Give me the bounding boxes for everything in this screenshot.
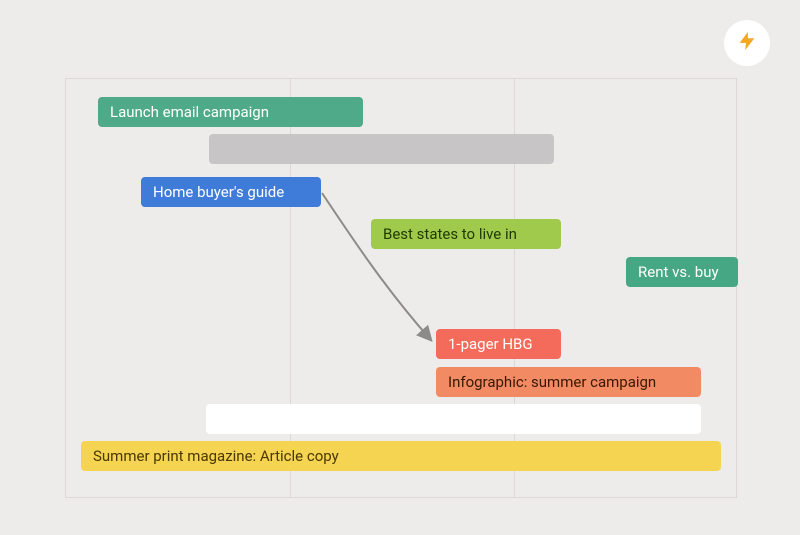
task-bar-launch-email[interactable]: Launch email campaign xyxy=(98,97,363,127)
task-bar-infographic[interactable]: Infographic: summer campaign xyxy=(436,367,701,397)
task-label: Infographic: summer campaign xyxy=(448,373,656,391)
task-bar-home-buyer[interactable]: Home buyer's guide xyxy=(141,177,321,207)
task-bar-placeholder-2[interactable] xyxy=(206,404,701,434)
task-bar-summer-print[interactable]: Summer print magazine: Article copy xyxy=(81,441,721,471)
task-label: Best states to live in xyxy=(383,225,517,243)
task-label: Home buyer's guide xyxy=(153,183,284,201)
task-label: Launch email campaign xyxy=(110,103,269,121)
task-bar-one-pager[interactable]: 1-pager HBG xyxy=(436,329,561,359)
task-label: Rent vs. buy xyxy=(638,263,719,281)
task-label: 1-pager HBG xyxy=(448,335,533,353)
lightning-icon xyxy=(736,30,758,56)
task-label: Summer print magazine: Article copy xyxy=(93,447,339,465)
timeline-frame: Launch email campaign Home buyer's guide… xyxy=(65,78,737,498)
ai-badge xyxy=(724,20,770,66)
task-bar-placeholder-1[interactable] xyxy=(209,134,554,164)
task-bar-best-states[interactable]: Best states to live in xyxy=(371,219,561,249)
task-bar-rent-vs-buy[interactable]: Rent vs. buy xyxy=(626,257,738,287)
